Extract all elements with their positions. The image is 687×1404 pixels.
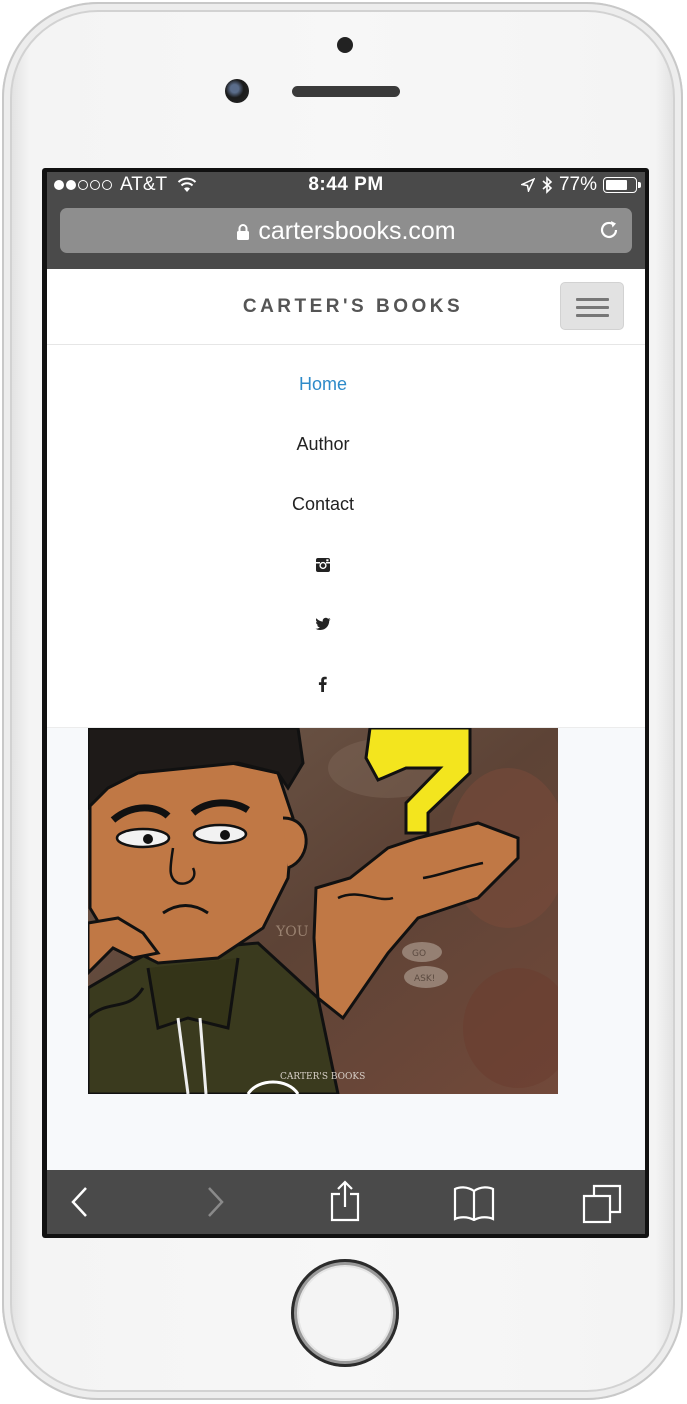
cartoon-illustration: YOU GO ASK! CARTER'S BOOKS xyxy=(88,728,558,1094)
status-bar: AT&T 8:44 PM 77% xyxy=(47,172,645,200)
hamburger-icon xyxy=(576,298,609,301)
front-camera xyxy=(225,79,249,103)
facebook-icon[interactable] xyxy=(315,676,331,692)
location-arrow-icon xyxy=(520,178,535,192)
browser-toolbar xyxy=(47,1170,645,1234)
bluetooth-icon xyxy=(542,176,553,194)
instagram-icon[interactable] xyxy=(315,557,331,573)
nav-item-contact[interactable]: Contact xyxy=(47,494,599,515)
address-bar[interactable]: cartersbooks.com xyxy=(60,208,632,253)
home-button[interactable] xyxy=(291,1259,399,1367)
url-display[interactable]: cartersbooks.com xyxy=(60,217,632,246)
hamburger-menu-button[interactable] xyxy=(560,282,624,330)
battery-level-fill xyxy=(606,180,627,190)
nav-menu: Home Author Contact xyxy=(47,345,645,728)
site-header: CARTER'S BOOKS xyxy=(47,269,645,345)
site-title[interactable]: CARTER'S BOOKS xyxy=(47,296,645,318)
proximity-sensor xyxy=(337,37,353,53)
nav-item-author[interactable]: Author xyxy=(47,434,599,455)
bookmarks-icon[interactable] xyxy=(453,1185,495,1221)
phone-screen: AT&T 8:44 PM 77% cartersbooks.com CARTER… xyxy=(42,168,649,1238)
background-text: YOU xyxy=(275,924,309,940)
earpiece-speaker xyxy=(292,86,400,97)
bubble-text-go: GO xyxy=(412,949,426,959)
back-icon[interactable] xyxy=(70,1186,90,1218)
hero-image: YOU GO ASK! CARTER'S BOOKS xyxy=(88,728,558,1094)
watermark-text: CARTER'S BOOKS xyxy=(280,1072,365,1082)
display: AT&T 8:44 PM 77% cartersbooks.com CARTER… xyxy=(47,172,645,1234)
share-icon[interactable] xyxy=(329,1180,361,1222)
url-text: cartersbooks.com xyxy=(258,217,456,245)
battery-percent: 77% xyxy=(558,174,597,195)
status-right: 77% xyxy=(520,174,641,196)
forward-icon[interactable] xyxy=(205,1186,225,1218)
browser-address-area: cartersbooks.com xyxy=(47,200,645,269)
phone-frame: AT&T 8:44 PM 77% cartersbooks.com CARTER… xyxy=(2,2,683,1400)
twitter-icon[interactable] xyxy=(315,616,331,632)
bubble-text-ask: ASK! xyxy=(414,974,435,984)
reload-icon[interactable] xyxy=(598,219,620,241)
battery-icon xyxy=(603,177,641,193)
lock-icon xyxy=(237,224,250,241)
nav-item-home[interactable]: Home xyxy=(47,374,599,395)
tabs-icon[interactable] xyxy=(582,1184,624,1224)
